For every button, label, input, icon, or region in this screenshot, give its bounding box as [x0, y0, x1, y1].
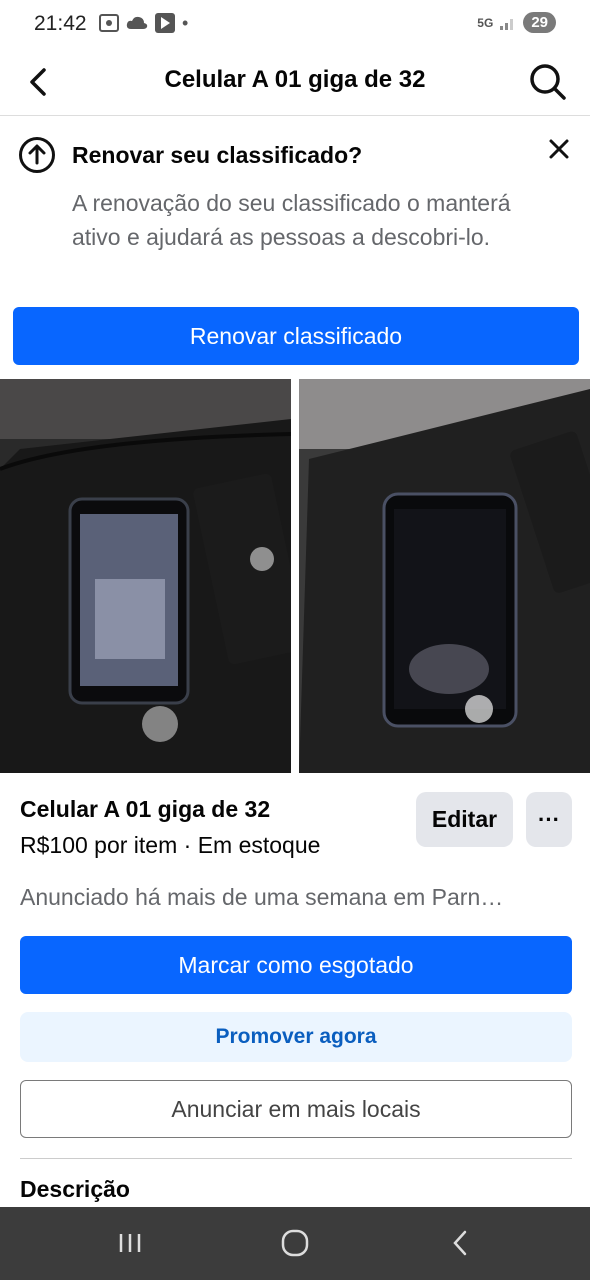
- posted-info: Anunciado há mais de uma semana em Parn…: [20, 884, 504, 910]
- status-system-icons: 5G 29: [477, 12, 556, 33]
- listing-title: Celular A 01 giga de 32: [20, 796, 271, 822]
- status-time: 21:42: [34, 12, 87, 35]
- home-button[interactable]: [273, 1225, 317, 1261]
- status-bar: 21:42 • 5G 29: [0, 0, 590, 50]
- listing-photo-2[interactable]: [299, 379, 590, 773]
- play-store-icon: [155, 13, 175, 33]
- listing-photos: [0, 379, 590, 773]
- top-app-bar: Celular A 01 giga de 32: [0, 50, 590, 116]
- close-icon: [549, 139, 569, 159]
- renew-title: Renovar seu classificado?: [72, 142, 363, 168]
- list-in-more-places-button[interactable]: Anunciar em mais locais: [20, 1080, 572, 1138]
- status-notification-icons: •: [98, 12, 188, 34]
- listing-photo-1[interactable]: [0, 379, 291, 773]
- description-heading: Descrição: [20, 1176, 130, 1202]
- status-dot: •: [182, 12, 189, 33]
- page-title: Celular A 01 giga de 32: [164, 66, 426, 93]
- search-icon: [530, 64, 566, 100]
- promote-now-button[interactable]: Promover agora: [20, 1012, 572, 1062]
- renew-description: A renovação do seu classificado o manter…: [72, 190, 511, 250]
- signal-icon: [500, 18, 514, 30]
- system-navigation-bar: [0, 1207, 590, 1280]
- search-button[interactable]: [526, 60, 570, 104]
- home-icon: [281, 1229, 309, 1257]
- screenshot-icon: [99, 14, 119, 32]
- back-icon: [453, 1230, 467, 1256]
- recent-apps-button[interactable]: [108, 1225, 152, 1261]
- renew-close-button[interactable]: [544, 134, 574, 164]
- battery-indicator: 29: [523, 12, 556, 33]
- listing-price: R$100 por item · Em estoque: [20, 832, 321, 858]
- phone-photo-image: [0, 379, 291, 773]
- nav-back-button[interactable]: [438, 1225, 482, 1261]
- arrow-up-circle-icon: [19, 137, 55, 173]
- edit-button[interactable]: Editar: [416, 792, 513, 847]
- network-type: 5G: [477, 15, 494, 30]
- more-options-button[interactable]: ···: [526, 792, 572, 847]
- mark-as-sold-button[interactable]: Marcar como esgotado: [20, 936, 572, 994]
- recent-apps-icon: [119, 1234, 141, 1252]
- cloud-icon: [126, 16, 148, 29]
- section-divider: [20, 1158, 572, 1159]
- phone-photo-image: [299, 379, 590, 773]
- renew-listing-button[interactable]: Renovar classificado: [13, 307, 579, 365]
